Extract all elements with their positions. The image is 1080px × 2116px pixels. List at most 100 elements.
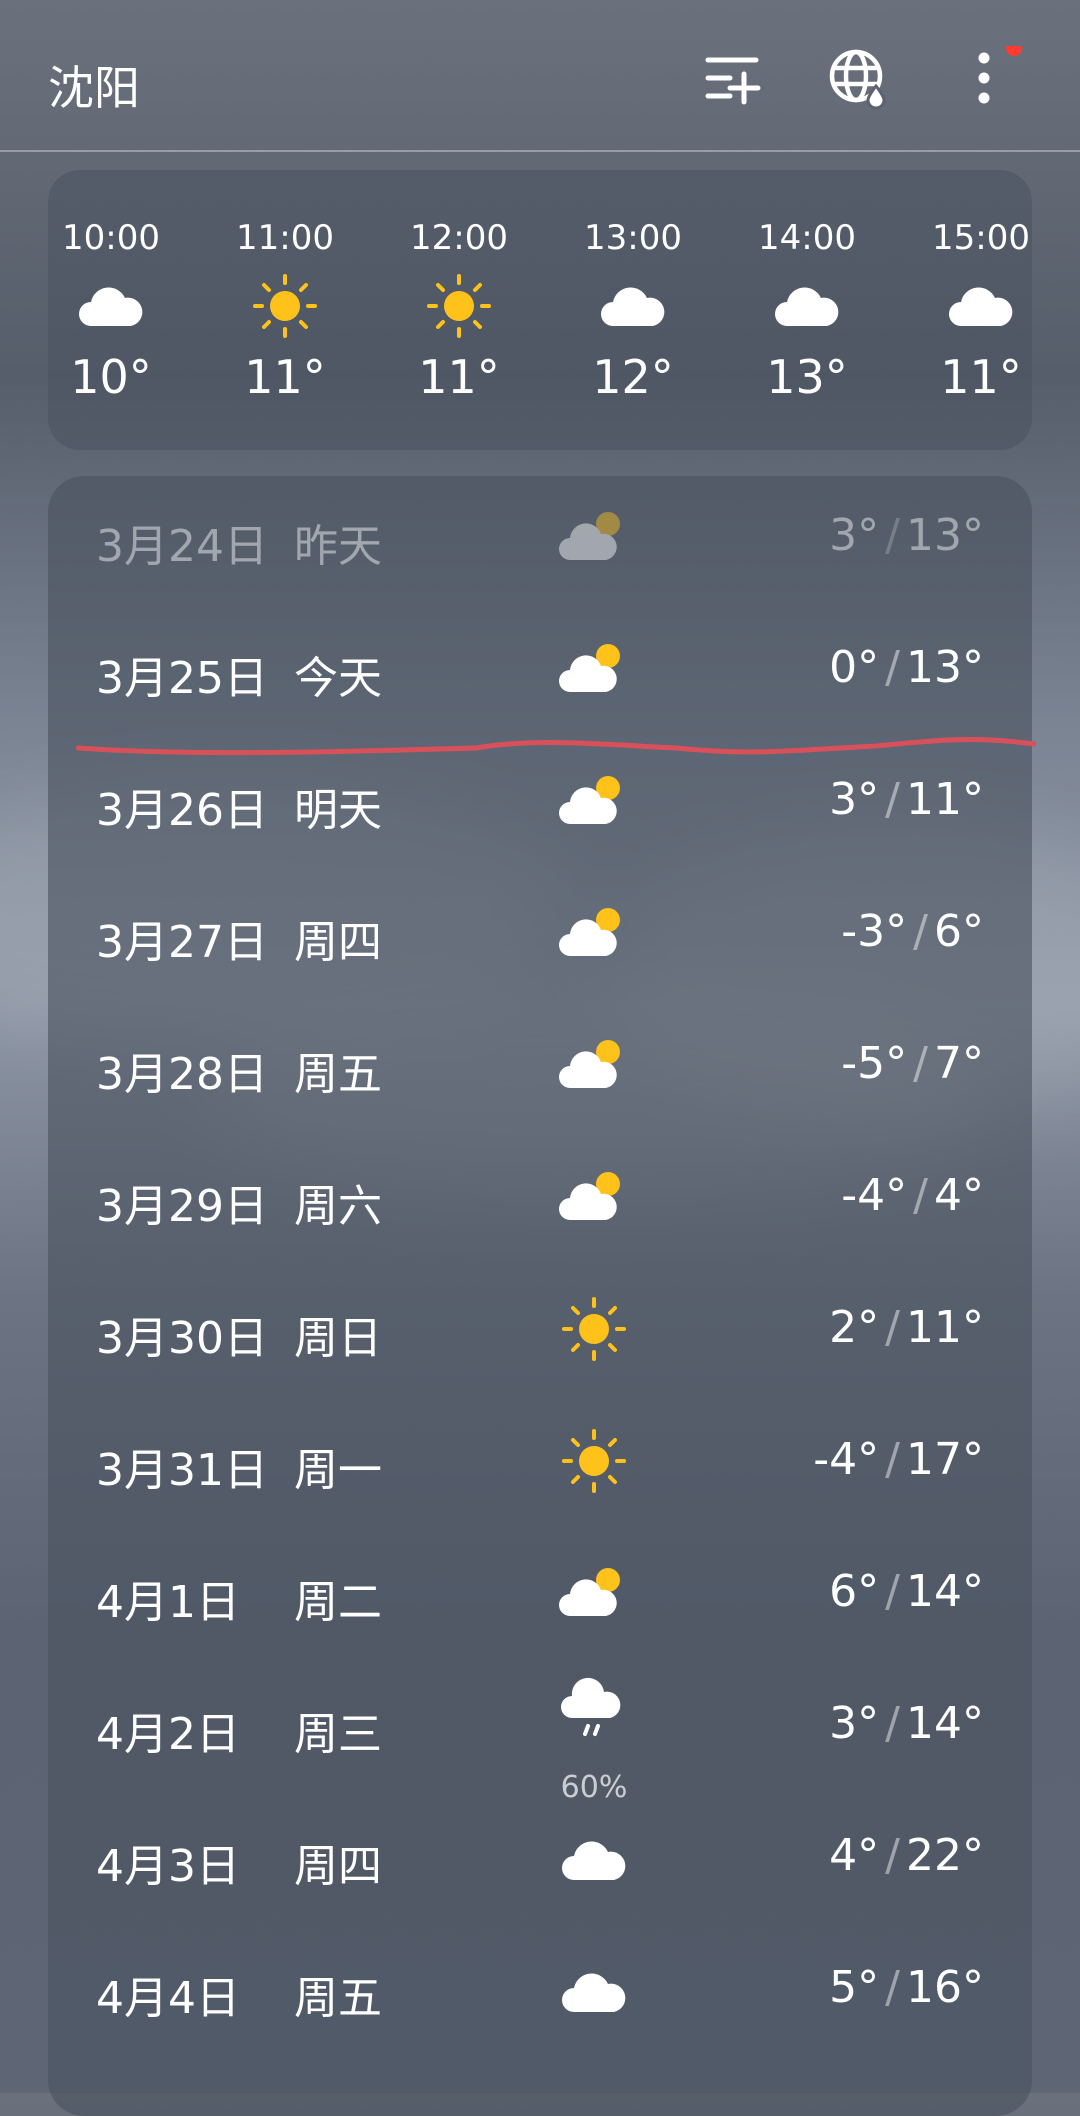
sun-icon [419,274,499,338]
day-weekday: 明天 [294,785,382,836]
day-weekday: 周四 [294,1841,382,1892]
sun-icon [554,1294,634,1364]
day-weekday: 昨天 [294,521,382,572]
daily-row[interactable]: 3月28日 周五 -5°/7° [48,1004,1032,1136]
hour-temp: 12° [592,350,674,404]
daily-row[interactable]: 4月1日 周二 6°/14° [48,1532,1032,1664]
hour-time: 15:00 [932,218,1030,258]
globe-icon[interactable] [826,46,890,110]
hourly-item: 15:00 11° [911,170,1051,450]
partly-cloudy-icon [554,1558,634,1628]
daily-row[interactable]: 3月27日 周四 -3°/6° [48,872,1032,1004]
daily-row[interactable]: 3月29日 周六 -4°/4° [48,1136,1032,1268]
partly-cloudy-icon [554,898,634,968]
low-temp: -4° [841,1170,908,1221]
day-temps: -5°/7° [841,1038,984,1089]
day-temps: 4°/22° [829,1830,984,1881]
daily-row[interactable]: 4月2日 周三 60% 3°/14° [48,1664,1032,1805]
day-temps: 6°/14° [829,1566,984,1617]
day-date: 4月1日 [96,1577,240,1628]
low-temp: 6° [829,1566,880,1617]
day-temps: 2°/11° [829,1302,984,1353]
temp-separator: / [885,1962,900,2013]
day-temps: 3°/13° [829,510,984,561]
daily-row[interactable]: 3月24日 昨天 3°/13° [48,476,1032,608]
day-weekday: 周五 [294,1973,382,2024]
day-date: 3月25日 [96,653,268,704]
add-list-icon[interactable] [700,46,764,110]
temp-separator: / [885,774,900,825]
hourly-item: 13:00 12° [563,170,703,450]
day-temps: 3°/11° [829,774,984,825]
hour-time: 13:00 [584,218,682,258]
daily-row[interactable]: 4月4日 周五 5°/16° [48,1928,1032,2060]
day-temps: 0°/13° [829,642,984,693]
hour-time: 12:00 [410,218,508,258]
more-icon[interactable] [960,40,1024,110]
high-temp: 16° [906,1962,984,2013]
hourly-item: 11:00 11° [215,170,355,450]
partly-cloudy-icon [554,766,634,836]
high-temp: 4° [934,1170,984,1221]
day-temps: -3°/6° [841,906,984,957]
low-temp: 3° [829,774,880,825]
hour-temp: 11° [244,350,326,404]
daily-row[interactable]: 4月3日 周四 4°/22° [48,1796,1032,1928]
high-temp: 13° [906,642,984,693]
high-temp: 11° [906,1302,984,1353]
low-temp: 4° [829,1830,880,1881]
hourly-forecast[interactable]: 10:00 10° 11:00 11° 12:00 11° 13:00 12° … [48,170,1032,450]
daily-forecast[interactable]: 3月24日 昨天 3°/13° 3月25日 今天 0°/13° 3月26日 明天… [48,476,1032,2116]
hour-temp: 10° [70,350,152,404]
temp-separator: / [885,1302,900,1353]
high-temp: 13° [906,510,984,561]
day-weekday: 周二 [294,1577,382,1628]
daily-row[interactable]: 3月30日 周日 2°/11° [48,1268,1032,1400]
partly-cloudy-icon [554,502,634,572]
day-temps: 5°/16° [829,1962,984,2013]
daily-row[interactable]: 3月25日 今天 0°/13° [48,608,1032,740]
hourly-item: 14:00 13° [737,170,877,450]
high-temp: 22° [906,1830,984,1881]
day-date: 4月3日 [96,1841,240,1892]
cloud-icon [554,1954,634,2024]
low-temp: -5° [841,1038,908,1089]
temp-separator: / [913,1170,928,1221]
notification-dot [1006,40,1022,56]
hour-time: 11:00 [236,218,334,258]
partly-cloudy-icon [554,634,634,704]
high-temp: 6° [934,906,984,957]
low-temp: 3° [829,1698,880,1749]
day-date: 3月27日 [96,917,268,968]
day-weekday: 周日 [294,1313,382,1364]
city-name[interactable]: 沈阳 [48,52,140,118]
daily-row[interactable]: 3月31日 周一 -4°/17° [48,1400,1032,1532]
low-temp: 0° [829,642,880,693]
low-temp: -3° [841,906,908,957]
temp-separator: / [913,906,928,957]
day-date: 3月31日 [96,1445,268,1496]
day-temps: -4°/4° [841,1170,984,1221]
high-temp: 14° [906,1566,984,1617]
day-temps: -4°/17° [813,1434,984,1485]
temp-separator: / [885,510,900,561]
low-temp: 5° [829,1962,880,2013]
hour-temp: 11° [418,350,500,404]
hour-time: 14:00 [758,218,856,258]
cloud-icon [767,274,847,338]
cloud-icon [71,274,151,338]
temp-separator: / [885,1566,900,1617]
header-divider [0,150,1080,152]
cloud-icon [554,1822,634,1892]
low-temp: 3° [829,510,880,561]
temp-separator: / [913,1038,928,1089]
hour-time: 10:00 [62,218,160,258]
day-weekday: 周五 [294,1049,382,1100]
temp-separator: / [885,1698,900,1749]
day-weekday: 周六 [294,1181,382,1232]
day-weekday: 周一 [294,1445,382,1496]
high-temp: 11° [906,774,984,825]
day-date: 3月28日 [96,1049,268,1100]
annotation-underline [76,737,1036,756]
partly-cloudy-icon [554,1030,634,1100]
